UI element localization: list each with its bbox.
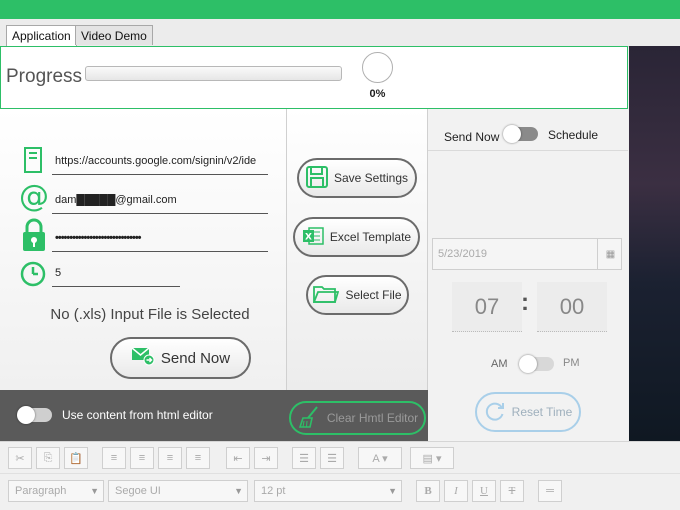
tab-video-demo[interactable]: Video Demo xyxy=(75,25,153,45)
chevron-down-icon: ▼ xyxy=(388,486,397,496)
highlight-icon[interactable]: ▤ ▾ xyxy=(410,447,454,469)
hour-input[interactable]: 07 xyxy=(452,282,522,332)
refresh-icon xyxy=(484,400,506,425)
password-underline xyxy=(52,251,268,252)
font-color-icon[interactable]: A ▾ xyxy=(358,447,402,469)
font-select[interactable]: Segoe UI ▼ xyxy=(108,480,248,502)
underline-button[interactable]: U xyxy=(472,480,496,502)
numbered-list-icon[interactable]: ☰ xyxy=(320,447,344,469)
url-field[interactable]: https://accounts.google.com/signin/v2/id… xyxy=(55,155,269,167)
send-mail-icon xyxy=(131,346,155,370)
align-center-icon[interactable]: ≡ xyxy=(130,447,154,469)
progress-bar xyxy=(85,66,342,81)
save-settings-button[interactable]: Save Settings xyxy=(297,158,417,198)
lock-icon xyxy=(21,217,47,253)
at-sign-icon: @ xyxy=(18,180,50,212)
horizontal-rule-icon[interactable]: ═ xyxy=(538,480,562,502)
toggle-knob xyxy=(519,355,537,373)
toggle-knob xyxy=(503,125,521,143)
cut-icon[interactable]: ✂ xyxy=(8,447,32,469)
save-settings-label: Save Settings xyxy=(333,171,409,185)
minute-input[interactable]: 00 xyxy=(537,282,607,332)
tab-strip: Application Video Demo xyxy=(0,19,680,47)
strikethrough-button[interactable]: T xyxy=(500,480,524,502)
tab-application[interactable]: Application xyxy=(6,25,77,46)
send-now-mode-label: Send Now xyxy=(444,130,500,144)
font-value: Segoe UI xyxy=(115,485,161,497)
select-file-label: Select File xyxy=(345,288,402,302)
title-bar xyxy=(0,0,680,19)
password-field[interactable]: •••••••••••••••••••••••••••••• xyxy=(55,232,269,244)
toggle-knob xyxy=(17,406,35,424)
email-field[interactable]: dam█████@gmail.com xyxy=(55,194,269,206)
calendar-icon[interactable]: ▦ xyxy=(597,238,623,270)
size-select[interactable]: 12 pt ▼ xyxy=(254,480,402,502)
time-separator: : xyxy=(521,289,529,316)
progress-percent: 0% xyxy=(369,88,386,100)
indent-icon[interactable]: ⇥ xyxy=(254,447,278,469)
send-now-button[interactable]: Send Now xyxy=(110,337,251,379)
schedule-mode-label: Schedule xyxy=(548,128,599,142)
website-icon xyxy=(24,147,42,173)
chevron-down-icon: ▼ xyxy=(90,486,99,496)
clear-html-editor-button[interactable]: Clear Hmtl Editor xyxy=(289,401,426,435)
reset-time-label: Reset Time xyxy=(511,405,573,419)
pm-label: PM xyxy=(563,357,580,369)
save-icon xyxy=(305,165,328,191)
align-right-icon[interactable]: ≡ xyxy=(158,447,182,469)
copy-icon[interactable]: ⎘ xyxy=(36,447,60,469)
clock-icon xyxy=(20,261,46,287)
email-underline xyxy=(52,213,268,214)
html-editor-toggle-label: Use content from html editor xyxy=(62,408,213,422)
select-file-button[interactable]: Select File xyxy=(306,275,409,315)
excel-template-button[interactable]: X Excel Template xyxy=(293,217,420,257)
url-underline xyxy=(52,174,268,175)
date-placeholder: 5/23/2019 xyxy=(438,248,487,260)
folder-icon xyxy=(313,284,340,307)
align-left-icon[interactable]: ≡ xyxy=(102,447,126,469)
progress-ring xyxy=(362,52,393,83)
am-label: AM xyxy=(491,358,508,370)
chevron-down-icon: ▼ xyxy=(234,486,243,496)
svg-text:X: X xyxy=(305,232,312,242)
align-justify-icon[interactable]: ≡ xyxy=(186,447,210,469)
excel-template-label: Excel Template xyxy=(329,230,412,244)
paragraph-value: Paragraph xyxy=(15,485,67,497)
size-value: 12 pt xyxy=(261,485,286,497)
italic-button[interactable]: I xyxy=(444,480,468,502)
editor-toolbar-top: ✂ ⎘ 📋 ≡ ≡ ≡ ≡ ⇤ ⇥ ☰ ☰ A ▾ ▤ ▾ xyxy=(0,441,680,474)
outdent-icon[interactable]: ⇤ xyxy=(226,447,250,469)
divider xyxy=(428,150,628,151)
excel-icon: X xyxy=(302,225,324,250)
html-editor-toggle[interactable] xyxy=(17,406,52,424)
bold-button[interactable]: B xyxy=(416,480,440,502)
reset-time-button[interactable]: Reset Time xyxy=(475,392,581,432)
svg-text:@: @ xyxy=(19,180,49,212)
am-pm-toggle[interactable] xyxy=(519,355,554,373)
bullet-list-icon[interactable]: ☰ xyxy=(292,447,316,469)
broom-icon xyxy=(297,405,323,431)
send-now-label: Send Now xyxy=(160,349,231,367)
background-image xyxy=(629,46,680,441)
editor-toolbar-bottom: Paragraph ▼ Segoe UI ▼ 12 pt ▼ B I U T ═ xyxy=(0,473,680,510)
progress-label: Progress xyxy=(6,66,83,87)
interval-field[interactable]: 5 xyxy=(55,267,175,279)
schedule-toggle[interactable] xyxy=(503,125,538,143)
interval-underline xyxy=(52,286,180,287)
paragraph-select[interactable]: Paragraph ▼ xyxy=(8,480,104,502)
clear-html-editor-label: Clear Hmtl Editor xyxy=(326,411,419,425)
file-status-text: No (.xls) Input File is Selected xyxy=(50,306,250,323)
paste-icon[interactable]: 📋 xyxy=(64,447,88,469)
